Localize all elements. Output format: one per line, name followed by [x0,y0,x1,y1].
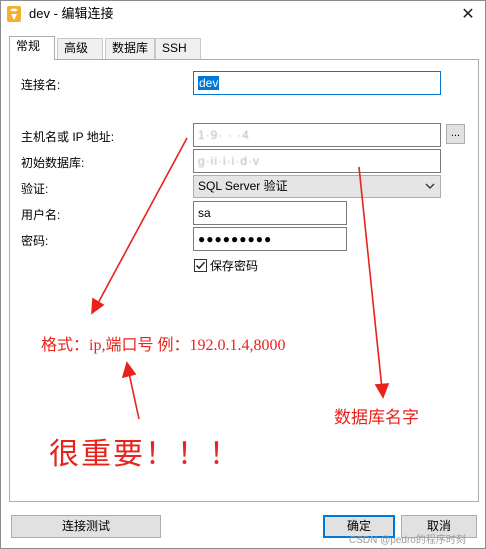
password-label: 密码: [21,234,49,248]
password-input[interactable]: ●●●●●●●●● [193,227,347,251]
auth-value: SQL Server 验证 [198,179,288,193]
host-value: 1·9· · ·4 [198,128,250,142]
test-connection-button[interactable]: 连接测试 [11,515,161,538]
password-value: ●●●●●●●●● [198,232,273,246]
database-annotation: 数据库名字 [334,408,419,427]
connection-name-value: dev [198,76,220,90]
checkmark-icon [195,261,206,270]
initial-database-value: g·ii·i·i·d·v [198,154,260,168]
watermark: CSDN @pedro的程序时刻 [349,535,466,546]
host-label: 主机名或 IP 地址: [21,130,115,144]
save-password-checkbox[interactable] [194,259,207,272]
close-icon: ✕ [461,6,475,23]
edit-connection-dialog: dev - 编辑连接 ✕ 常规 高级 数据库 SSH 连接名: dev 主机名或… [0,0,486,549]
initial-database-label: 初始数据库: [21,156,85,170]
browse-button[interactable]: ... [446,124,465,144]
chevron-down-icon [425,183,435,189]
username-label: 用户名: [21,208,61,222]
tab-ssh[interactable]: SSH [155,38,201,59]
important-annotation: 很重要！！！ [49,438,241,471]
host-input[interactable]: 1·9· · ·4 [193,123,441,147]
window-title: dev - 编辑连接 [29,6,114,21]
tab-general[interactable]: 常规 [9,36,55,60]
title-bar: dev - 编辑连接 ✕ [1,1,485,29]
auth-label: 验证: [21,182,49,196]
auth-select[interactable]: SQL Server 验证 [193,175,441,198]
save-password-label: 保存密码 [210,259,259,273]
close-button[interactable]: ✕ [451,1,485,27]
app-logo-icon [7,6,21,22]
tab-bar: 常规 高级 数据库 SSH [9,36,479,60]
username-value: sa [198,206,211,220]
username-input[interactable]: sa [193,201,347,225]
connection-name-label: 连接名: [21,78,61,92]
tab-advanced[interactable]: 高级 [57,38,103,59]
format-annotation: 格式：ip,端口号 例：192.0.1.4,8000 [41,337,286,354]
connection-name-input[interactable]: dev [193,71,441,95]
tab-database[interactable]: 数据库 [105,38,155,59]
initial-database-input[interactable]: g·ii·i·i·d·v [193,149,441,173]
